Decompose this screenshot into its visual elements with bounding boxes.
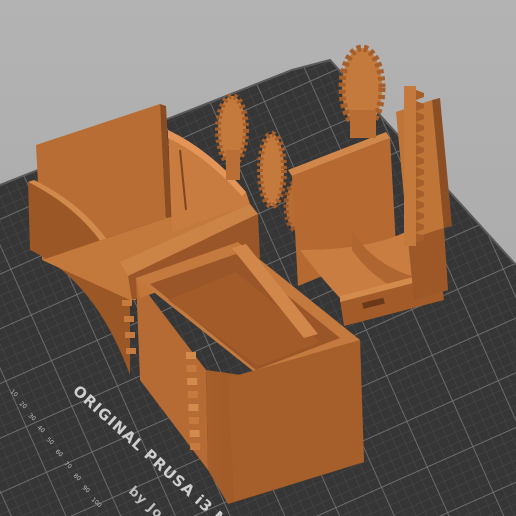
box-notch [189, 430, 200, 437]
box-notch [186, 365, 197, 372]
box-notch [190, 443, 201, 450]
box-notch [187, 378, 198, 385]
box-notch [189, 417, 199, 424]
print-bed-scene[interactable]: 102030405060708090100 ORIGINAL PRUSA i3 … [0, 0, 516, 516]
box-notch [187, 391, 198, 398]
box-notch [188, 404, 199, 411]
box-notch [186, 352, 196, 359]
3d-viewport[interactable]: 10 20 30 40 50 60 70 80 90 100 ORIGINAL PRUSA i3 … [0, 0, 516, 516]
model-gear-small-2[interactable] [257, 131, 287, 209]
